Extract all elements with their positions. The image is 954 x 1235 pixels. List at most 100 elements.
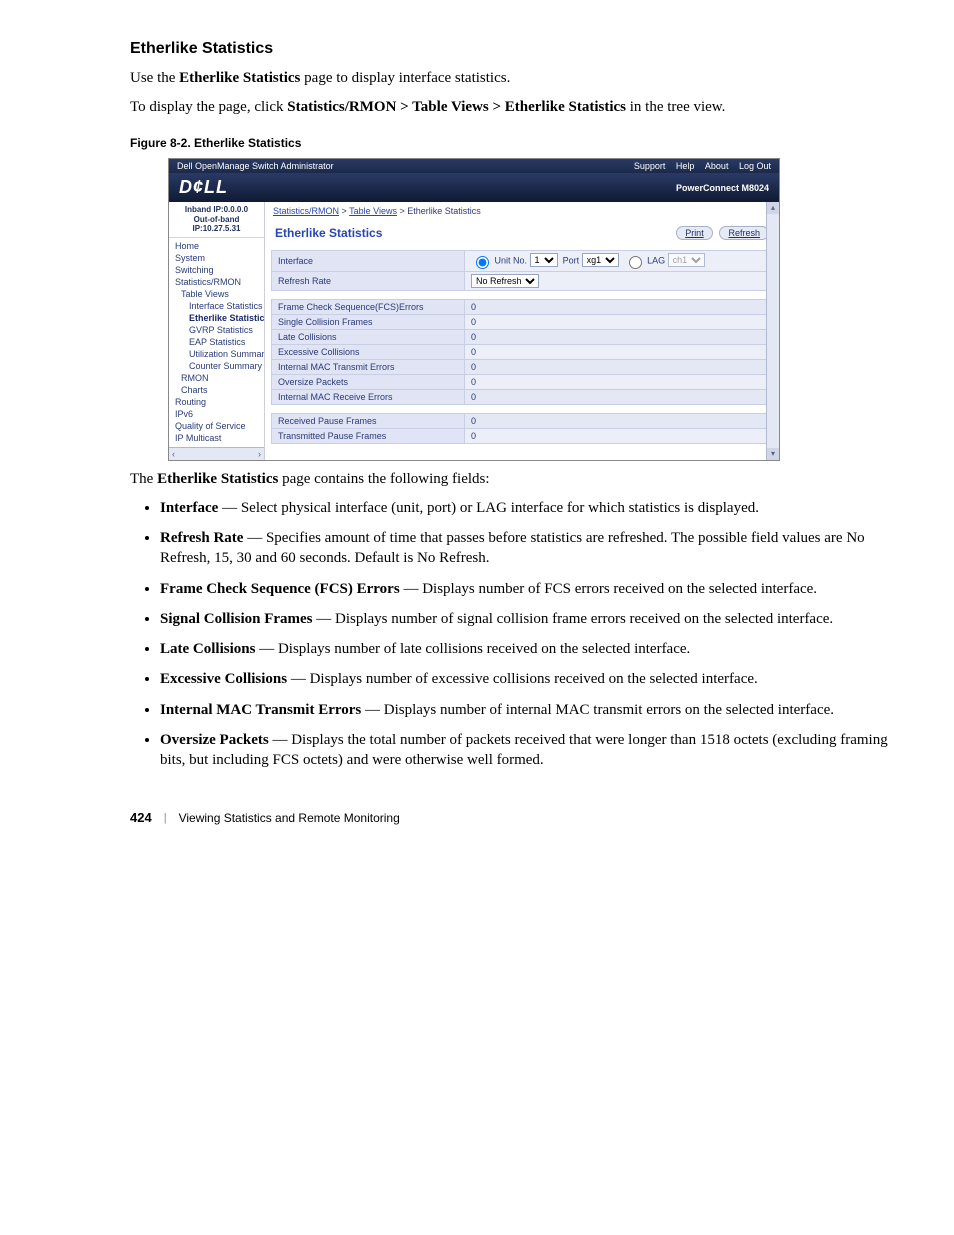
scroll-down-icon[interactable]: ▾: [767, 448, 779, 460]
select-unit[interactable]: 1: [530, 253, 558, 267]
stat-label: Late Collisions: [272, 330, 465, 345]
table-row: Single Collision Frames0: [272, 315, 773, 330]
link-logout[interactable]: Log Out: [739, 161, 771, 171]
field-name: Excessive Collisions: [160, 671, 287, 687]
vertical-scrollbar[interactable]: ▴ ▾: [766, 202, 779, 460]
screenshot-figure: Dell OpenManage Switch Administrator Sup…: [168, 158, 780, 461]
footer-chapter: Viewing Statistics and Remote Monitoring: [179, 811, 400, 825]
page-name: Etherlike Statistics: [179, 70, 300, 86]
tree-item[interactable]: IP Multicast: [173, 432, 264, 444]
tree-item[interactable]: Switching: [173, 264, 264, 276]
ip-info: Inband IP:0.0.0.0 Out-of-band IP:10.27.5…: [169, 202, 264, 238]
table-row: Internal MAC Receive Errors0: [272, 390, 773, 405]
radio-lag[interactable]: [629, 256, 642, 269]
page-name: Etherlike Statistics: [157, 471, 278, 487]
dell-logo: D¢LL: [179, 177, 228, 198]
stat-value: 0: [465, 360, 773, 375]
row-value: Unit No. 1 Port xg1 LAG ch1: [465, 251, 773, 272]
field-desc: — Displays number of FCS errors received…: [400, 581, 817, 597]
list-item: Internal MAC Transmit Errors — Displays …: [160, 700, 894, 720]
field-name: Frame Check Sequence (FCS) Errors: [160, 581, 400, 597]
radio-unit[interactable]: [476, 256, 489, 269]
link-support[interactable]: Support: [634, 161, 666, 171]
tree-item[interactable]: EAP Statistics: [173, 336, 264, 348]
table-row: Transmitted Pause Frames0: [272, 429, 773, 444]
tree-item[interactable]: RMON: [173, 372, 264, 384]
tree-item[interactable]: Statistics/RMON: [173, 276, 264, 288]
stat-value: 0: [465, 300, 773, 315]
tree-item[interactable]: Utilization Summary: [173, 348, 264, 360]
tree-item[interactable]: System: [173, 252, 264, 264]
figure-caption: Figure 8-2. Etherlike Statistics: [130, 136, 894, 150]
breadcrumb: Statistics/RMON > Table Views > Etherlik…: [265, 202, 779, 220]
tree-item-selected[interactable]: Etherlike Statistics: [173, 312, 264, 324]
field-desc: — Displays number of late collisions rec…: [255, 641, 690, 657]
nav-tree[interactable]: Inband IP:0.0.0.0 Out-of-band IP:10.27.5…: [169, 202, 265, 460]
outofband-ip: Out-of-band IP:10.27.5.31: [171, 215, 262, 234]
tree-item[interactable]: Quality of Service: [173, 420, 264, 432]
stat-label: Internal MAC Receive Errors: [272, 390, 465, 405]
refresh-button[interactable]: Refresh: [719, 226, 769, 240]
table-row: Received Pause Frames0: [272, 414, 773, 429]
field-name: Oversize Packets: [160, 732, 269, 748]
row-label: Interface: [272, 251, 465, 272]
main-panel: Statistics/RMON > Table Views > Etherlik…: [265, 202, 779, 460]
stat-label: Received Pause Frames: [272, 414, 465, 429]
scroll-up-icon[interactable]: ▴: [767, 202, 779, 214]
label-port: Port: [563, 255, 580, 265]
product-name: PowerConnect M8024: [676, 183, 769, 193]
stat-value: 0: [465, 375, 773, 390]
table-row: Frame Check Sequence(FCS)Errors0: [272, 300, 773, 315]
stat-value: 0: [465, 345, 773, 360]
select-lag[interactable]: ch1: [668, 253, 705, 267]
field-desc: — Displays number of internal MAC transm…: [361, 702, 834, 718]
stat-label: Internal MAC Transmit Errors: [272, 360, 465, 375]
crumb-link[interactable]: Statistics/RMON: [273, 206, 339, 216]
tree-item[interactable]: Routing: [173, 396, 264, 408]
field-name: Refresh Rate: [160, 530, 243, 546]
label-lag: LAG: [647, 255, 665, 265]
stat-value: 0: [465, 414, 773, 429]
text: Use the: [130, 70, 179, 86]
stat-value: 0: [465, 390, 773, 405]
field-list: Interface — Select physical interface (u…: [160, 498, 894, 771]
field-name: Interface: [160, 500, 218, 516]
crumb-link[interactable]: Table Views: [349, 206, 397, 216]
inband-ip: Inband IP:0.0.0.0: [171, 205, 262, 215]
tree-horizontal-scrollbar[interactable]: ‹›: [169, 447, 264, 460]
table-row: Oversize Packets0: [272, 375, 773, 390]
select-port[interactable]: xg1: [582, 253, 619, 267]
tree-item[interactable]: Home: [173, 240, 264, 252]
page-number: 424: [130, 810, 152, 825]
link-about[interactable]: About: [705, 161, 729, 171]
tree-item[interactable]: Interface Statistics: [173, 300, 264, 312]
text: page contains the following fields:: [278, 471, 489, 487]
text: page to display interface statistics.: [300, 70, 510, 86]
intro-paragraph-2: To display the page, click Statistics/RM…: [130, 97, 894, 118]
tree-item[interactable]: Charts: [173, 384, 264, 396]
tree-item[interactable]: IPv6: [173, 408, 264, 420]
label-unitno: Unit No.: [495, 255, 528, 265]
after-figure-text: The Etherlike Statistics page contains t…: [130, 469, 894, 490]
tree-item[interactable]: Counter Summary: [173, 360, 264, 372]
tree-item[interactable]: GVRP Statistics: [173, 324, 264, 336]
print-button[interactable]: Print: [676, 226, 713, 240]
intro-paragraph-1: Use the Etherlike Statistics page to dis…: [130, 68, 894, 89]
footer-separator: |: [164, 812, 167, 824]
panel-title: Etherlike Statistics: [275, 226, 382, 240]
link-help[interactable]: Help: [676, 161, 695, 171]
section-heading: Etherlike Statistics: [130, 40, 894, 58]
stat-value: 0: [465, 315, 773, 330]
table-row: Late Collisions0: [272, 330, 773, 345]
select-refresh-rate[interactable]: No Refresh: [471, 274, 539, 288]
list-item: Refresh Rate — Specifies amount of time …: [160, 528, 894, 569]
stat-value: 0: [465, 429, 773, 444]
table-row: Internal MAC Transmit Errors0: [272, 360, 773, 375]
field-desc: — Displays number of excessive collision…: [287, 671, 758, 687]
tree-item[interactable]: Table Views: [173, 288, 264, 300]
list-item: Late Collisions — Displays number of lat…: [160, 639, 894, 659]
field-name: Signal Collision Frames: [160, 611, 313, 627]
crumb-current: Etherlike Statistics: [407, 206, 481, 216]
text: in the tree view.: [626, 99, 725, 115]
list-item: Interface — Select physical interface (u…: [160, 498, 894, 518]
